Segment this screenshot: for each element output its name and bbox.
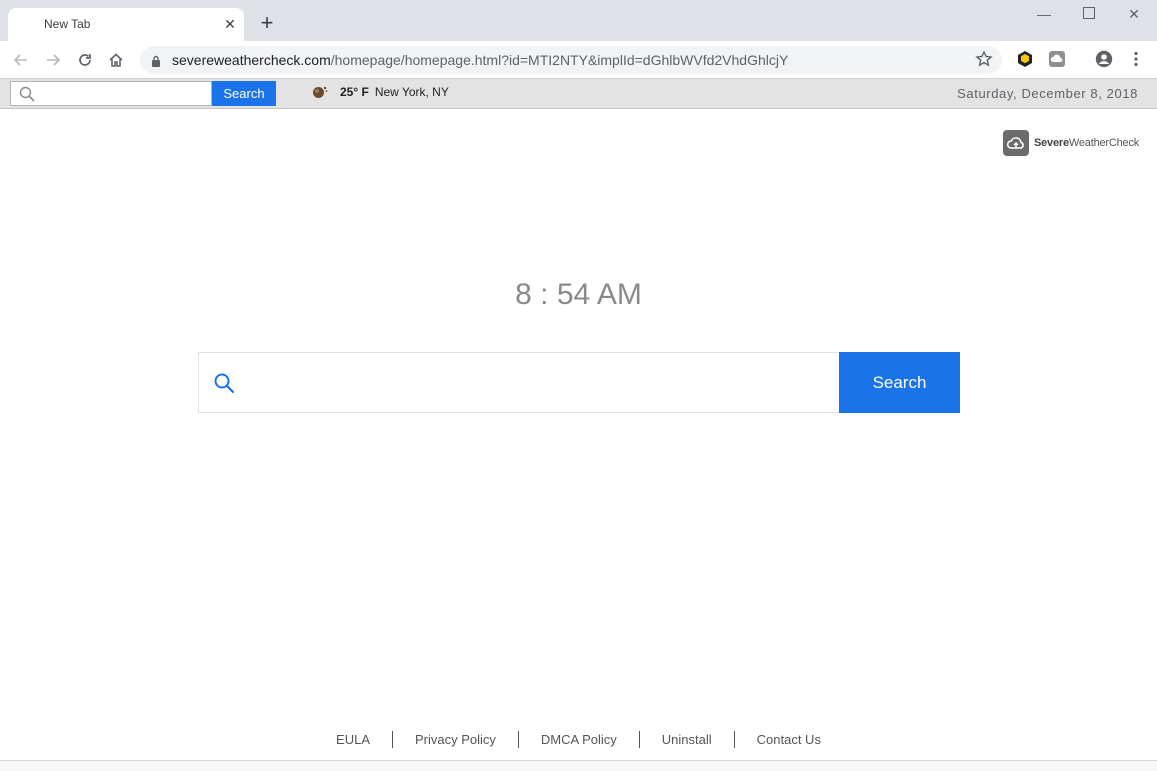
status-strip [0, 760, 1157, 771]
close-window-icon[interactable]: ✕ [1120, 4, 1148, 24]
tab-new-tab[interactable]: New Tab ✕ [8, 8, 244, 41]
url-path: /homepage/homepage.html?id=MTI2NTY&implI… [330, 52, 789, 68]
weather-icon [313, 86, 328, 98]
browser-toolbar: severeweathercheck.com/homepage/homepage… [0, 41, 1157, 78]
tab-title: New Tab [44, 17, 91, 31]
footer-divider [517, 731, 519, 748]
temperature-value: 25° F [340, 85, 369, 99]
uninstall-link[interactable]: Uninstall [662, 732, 712, 747]
url-text[interactable]: severeweathercheck.com/homepage/homepage… [172, 52, 788, 68]
star-icon[interactable] [975, 50, 993, 73]
search-icon [19, 86, 35, 102]
clock-display: 8 : 54 AM [515, 278, 642, 311]
footer-divider [638, 731, 640, 748]
search-icon [214, 373, 235, 394]
main-search-button[interactable]: Search [839, 352, 960, 413]
contact-us-link[interactable]: Contact Us [757, 732, 821, 747]
date-label: Saturday, December 8, 2018 [957, 86, 1138, 101]
brand-name: SevereWeatherCheck [1034, 137, 1139, 149]
new-tab-icon[interactable]: + [256, 12, 278, 35]
url-host: severeweathercheck.com [172, 52, 331, 68]
weather-widget[interactable]: 25° F New York, NY [312, 85, 449, 99]
address-bar[interactable]: severeweathercheck.com/homepage/homepage… [140, 46, 1002, 74]
footer-divider [392, 731, 393, 748]
footer-divider [733, 731, 735, 748]
home-icon[interactable] [105, 49, 127, 71]
main-search-input[interactable] [247, 363, 827, 403]
reload-icon[interactable] [74, 49, 96, 71]
dmca-policy-link[interactable]: DMCA Policy [541, 732, 617, 747]
extension-weather-icon[interactable] [1048, 50, 1066, 68]
extbar-search-button[interactable]: Search [212, 81, 276, 106]
minimize-icon[interactable]: — [1030, 4, 1058, 24]
brand-logo[interactable]: SevereWeatherCheck [1003, 130, 1139, 156]
back-icon[interactable] [10, 49, 32, 71]
close-tab-icon[interactable]: ✕ [221, 15, 239, 33]
eula-link[interactable]: EULA [336, 732, 370, 747]
profile-icon[interactable] [1095, 50, 1113, 68]
brand-name-rest: WeatherCheck [1068, 137, 1140, 149]
maximize-icon[interactable] [1075, 4, 1103, 24]
forward-icon[interactable] [42, 49, 64, 71]
extension-bar: Search 25° F New York, NY Saturday, Dece… [0, 78, 1157, 109]
extension-cube-icon[interactable] [1016, 50, 1034, 68]
cloud-logo-icon [1003, 130, 1029, 156]
brand-name-bold: Severe [1034, 137, 1069, 149]
main-search-box[interactable] [198, 352, 840, 413]
extbar-search-input[interactable] [10, 81, 212, 106]
privacy-policy-link[interactable]: Privacy Policy [415, 732, 496, 747]
lock-icon[interactable] [151, 54, 161, 72]
menu-icon[interactable] [1127, 50, 1145, 68]
location-label: New York, NY [374, 85, 449, 99]
footer-links: EULA Privacy Policy DMCA Policy Uninstal… [0, 731, 1157, 748]
tab-strip: New Tab ✕ + — ✕ [0, 0, 1157, 41]
